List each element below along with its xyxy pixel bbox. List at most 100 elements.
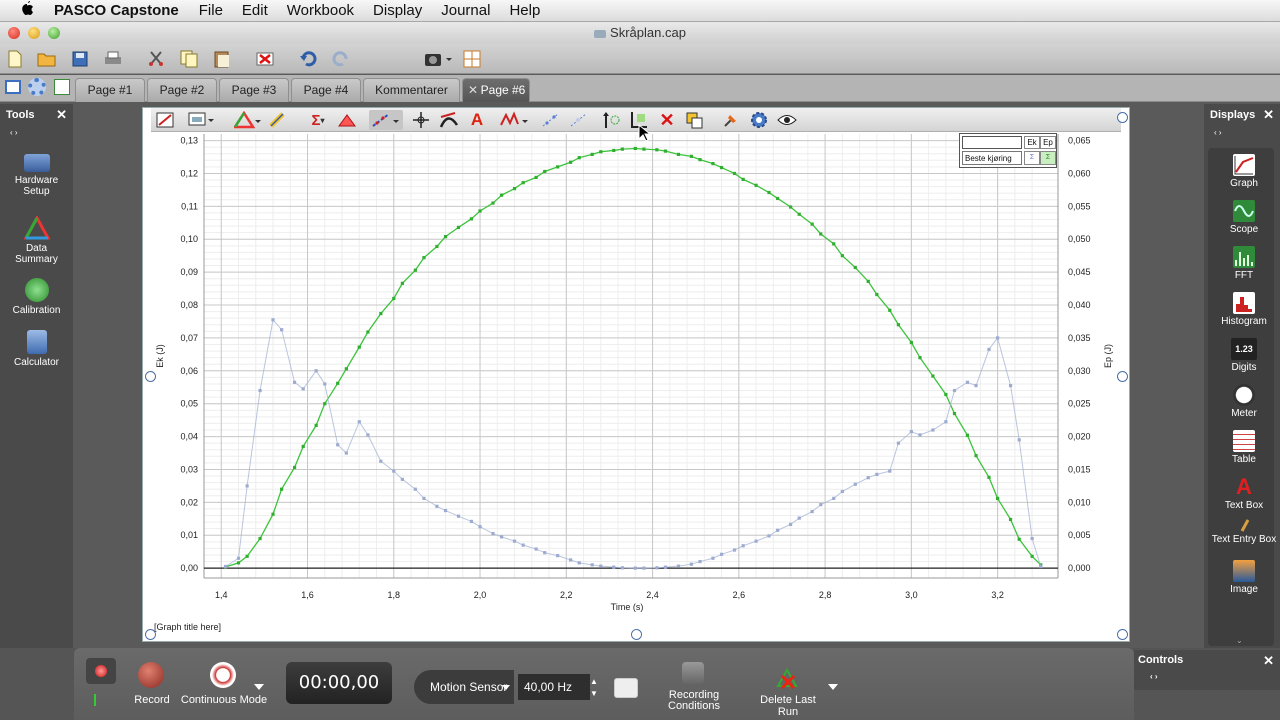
sensor-selector[interactable]: Motion Sensor: [414, 670, 514, 704]
display-text-entry-box[interactable]: Text Entry Box: [1208, 518, 1280, 545]
delete-last-run-icon[interactable]: [776, 667, 798, 690]
new-file-icon[interactable]: [4, 48, 26, 70]
settings-gear-icon[interactable]: [28, 78, 46, 96]
data-summary-small-icon[interactable]: [54, 79, 70, 95]
legend-ep-swatch[interactable]: Σ: [1040, 151, 1056, 165]
visibility-eye-icon[interactable]: [777, 110, 797, 130]
area-under-curve-icon[interactable]: [337, 110, 357, 130]
resize-handle-top-right[interactable]: [1117, 112, 1128, 123]
undo-icon[interactable]: [297, 48, 319, 70]
continuous-mode-icon[interactable]: [210, 662, 236, 688]
graph-properties-gear-icon[interactable]: [749, 110, 769, 130]
add-y-axis-icon[interactable]: [601, 110, 621, 130]
calculator-button[interactable]: Calculator: [0, 330, 73, 368]
graph-legend[interactable]: Ek Ep Beste kjøring Σ Σ: [959, 133, 1057, 168]
sample-rate-stepper-icon[interactable]: ▲ ▼: [590, 676, 600, 702]
annotation-tool-icon[interactable]: A: [467, 110, 487, 130]
menu-help[interactable]: Help: [509, 2, 540, 19]
remove-fit-icon[interactable]: [569, 110, 589, 130]
tab-page-2[interactable]: Page #2: [147, 78, 217, 102]
remote-logging-icon[interactable]: [86, 658, 116, 684]
coordinates-tool-icon[interactable]: [411, 110, 431, 130]
slope-tool-icon[interactable]: [439, 110, 459, 130]
collapse-displays-icon[interactable]: ‹ ›: [1214, 128, 1222, 137]
legend-run-label[interactable]: Beste kjøring: [962, 151, 1022, 165]
tab-kommentarer[interactable]: Kommentarer: [363, 78, 460, 102]
camera-icon[interactable]: [423, 48, 453, 70]
sync-icon[interactable]: [614, 678, 638, 698]
close-tab-icon[interactable]: ✕: [468, 79, 478, 102]
copy-display-icon[interactable]: [685, 110, 705, 130]
recording-conditions-icon[interactable]: [682, 662, 704, 684]
sample-rate-field[interactable]: 40,00 Hz: [518, 674, 590, 700]
save-icon[interactable]: [69, 48, 91, 70]
curve-fit-icon[interactable]: [369, 110, 403, 130]
resize-handle-left[interactable]: [145, 371, 156, 382]
display-graph[interactable]: Graph: [1208, 154, 1280, 189]
minimize-window-button[interactable]: [28, 27, 40, 39]
cut-icon[interactable]: [145, 48, 167, 70]
show-data-points-icon[interactable]: [499, 110, 531, 130]
menu-journal[interactable]: Journal: [441, 2, 490, 19]
display-digits[interactable]: 1.23 Digits: [1208, 338, 1280, 373]
resize-handle-bottom-left[interactable]: [145, 629, 156, 640]
menu-file[interactable]: File: [199, 2, 223, 19]
scroll-down-icon[interactable]: ⌄: [1236, 636, 1243, 645]
paste-icon[interactable]: [211, 48, 233, 70]
delete-run-dropdown-icon[interactable]: [828, 684, 838, 690]
legend-ek-swatch[interactable]: Σ: [1024, 151, 1040, 165]
display-fft[interactable]: FFT: [1208, 246, 1280, 281]
resize-handle-right[interactable]: [1117, 371, 1128, 382]
display-table[interactable]: Table: [1208, 430, 1280, 465]
delete-selected-points-icon[interactable]: [541, 110, 561, 130]
close-displays-panel-icon[interactable]: ✕: [1263, 104, 1274, 126]
open-folder-icon[interactable]: [36, 48, 58, 70]
data-summary-tool-icon[interactable]: [233, 110, 263, 130]
graph-display[interactable]: 1,4 1,6 1,8 2,0 2,2 2,4 2,6 2,8 3,0 3,2 0,00 0,01 0,…: [142, 107, 1130, 642]
menu-display[interactable]: Display: [373, 2, 422, 19]
display-text-box[interactable]: A Text Box: [1208, 476, 1280, 512]
mode-dropdown-icon[interactable]: [254, 684, 264, 690]
close-tools-panel-icon[interactable]: ✕: [56, 104, 67, 126]
print-icon[interactable]: [102, 48, 124, 70]
statistics-sigma-icon[interactable]: Σ ▾: [303, 110, 333, 130]
hardware-setup-button[interactable]: Hardware Setup: [0, 154, 73, 197]
page-view-icon[interactable]: [5, 80, 21, 94]
display-meter[interactable]: Meter: [1208, 384, 1280, 419]
tab-page-3[interactable]: Page #3: [219, 78, 289, 102]
resize-handle-bottom-right[interactable]: [1117, 629, 1128, 640]
close-window-button[interactable]: [8, 27, 20, 39]
collapse-controls-icon[interactable]: ‹ ›: [1150, 672, 1158, 681]
data-summary-button[interactable]: Data Summary: [0, 214, 73, 265]
flag-icon[interactable]: [94, 694, 106, 706]
graph-title-field[interactable]: [Graph title here]: [154, 622, 221, 632]
scale-to-fit-icon[interactable]: [155, 110, 175, 130]
tab-page-6[interactable]: ✕ Page #6: [462, 78, 530, 102]
apple-menu-icon[interactable]: [0, 0, 54, 21]
app-menu[interactable]: PASCO Capstone: [54, 2, 179, 19]
legend-measurement-field[interactable]: [962, 136, 1022, 149]
redo-icon[interactable]: [330, 48, 352, 70]
record-button[interactable]: [138, 662, 164, 688]
calibration-button[interactable]: Calibration: [0, 278, 73, 316]
collapse-tools-icon[interactable]: ‹ ›: [10, 128, 18, 137]
delete-plot-icon[interactable]: ✕: [657, 110, 677, 130]
add-plot-area-icon[interactable]: [187, 110, 217, 130]
copy-icon[interactable]: [178, 48, 200, 70]
sensor-dropdown-icon[interactable]: [502, 685, 510, 690]
delete-last-run-label[interactable]: Delete Last Run: [750, 694, 826, 718]
display-scope[interactable]: Scope: [1208, 200, 1280, 235]
delete-icon[interactable]: [254, 48, 276, 70]
recording-conditions-label[interactable]: Recording Conditions: [656, 690, 732, 712]
tab-page-4[interactable]: Page #4: [291, 78, 361, 102]
pin-icon[interactable]: [721, 110, 741, 130]
close-controls-panel-icon[interactable]: ✕: [1263, 653, 1274, 669]
display-histogram[interactable]: Histogram: [1208, 292, 1280, 327]
continuous-mode-label[interactable]: Continuous Mode: [178, 694, 270, 706]
zoom-window-button[interactable]: [48, 27, 60, 39]
highlight-tool-icon[interactable]: [268, 110, 288, 130]
display-image[interactable]: Image: [1208, 560, 1280, 595]
graph-plot-area[interactable]: 1,4 1,6 1,8 2,0 2,2 2,4 2,6 2,8 3,0 3,2 0,00 0,01 0,…: [143, 108, 1129, 641]
menu-workbook[interactable]: Workbook: [287, 2, 354, 19]
menu-edit[interactable]: Edit: [242, 2, 268, 19]
